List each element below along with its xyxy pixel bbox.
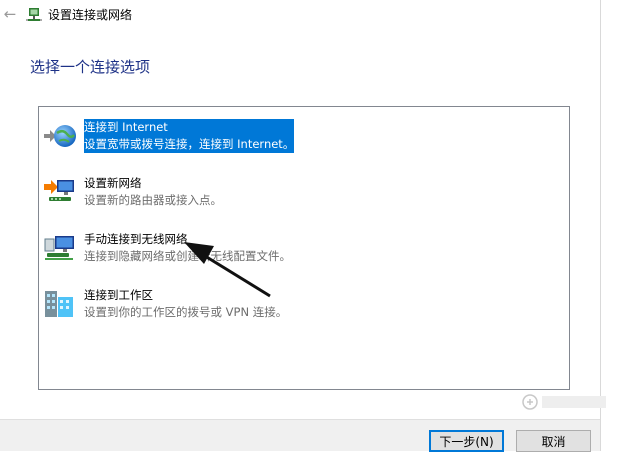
option-description: 设置到你的工作区的拨号或 VPN 连接。: [84, 305, 288, 319]
option-description: 设置新的路由器或接入点。: [84, 193, 222, 207]
option-manual-wireless[interactable]: 手动连接到无线网络 连接到隐藏网络或创建新无线配置文件。: [43, 231, 563, 271]
watermark-logo: [522, 394, 606, 410]
globe-network-icon: [44, 125, 76, 147]
dialog-footer: 下一步(N) 取消: [0, 419, 600, 452]
network-setup-icon: [26, 8, 42, 21]
option-title: 连接到工作区: [84, 288, 153, 302]
page-heading: 选择一个连接选项: [30, 58, 151, 76]
option-title: 手动连接到无线网络: [84, 232, 188, 246]
wireless-network-icon: [44, 236, 74, 260]
connection-options-list: 连接到 Internet 设置宽带或拨号连接，连接到 Internet。 设置新…: [38, 106, 570, 390]
option-title: 设置新网络: [84, 176, 142, 190]
option-title: 连接到 Internet: [84, 120, 168, 134]
back-arrow-icon[interactable]: ←: [2, 6, 18, 22]
option-connect-workplace[interactable]: 连接到工作区 设置到你的工作区的拨号或 VPN 连接。: [43, 287, 563, 327]
option-connect-internet[interactable]: 连接到 Internet 设置宽带或拨号连接，连接到 Internet。: [43, 119, 563, 159]
new-network-icon: [44, 180, 74, 201]
next-button[interactable]: 下一步(N): [429, 430, 504, 452]
option-text: 手动连接到无线网络 连接到隐藏网络或创建新无线配置文件。: [84, 231, 291, 265]
title-bar: ← 设置连接或网络: [0, 0, 600, 30]
option-text: 连接到 Internet 设置宽带或拨号连接，连接到 Internet。: [84, 119, 295, 153]
window-edge: [600, 0, 601, 451]
cancel-button[interactable]: 取消: [516, 430, 591, 452]
workplace-icon: [45, 291, 73, 317]
option-setup-new-network[interactable]: 设置新网络 设置新的路由器或接入点。: [43, 175, 563, 215]
option-text: 设置新网络 设置新的路由器或接入点。: [84, 175, 222, 209]
option-description: 连接到隐藏网络或创建新无线配置文件。: [84, 249, 291, 263]
option-description: 设置宽带或拨号连接，连接到 Internet。: [84, 137, 295, 151]
window-title: 设置连接或网络: [48, 8, 133, 22]
option-text: 连接到工作区 设置到你的工作区的拨号或 VPN 连接。: [84, 287, 287, 321]
